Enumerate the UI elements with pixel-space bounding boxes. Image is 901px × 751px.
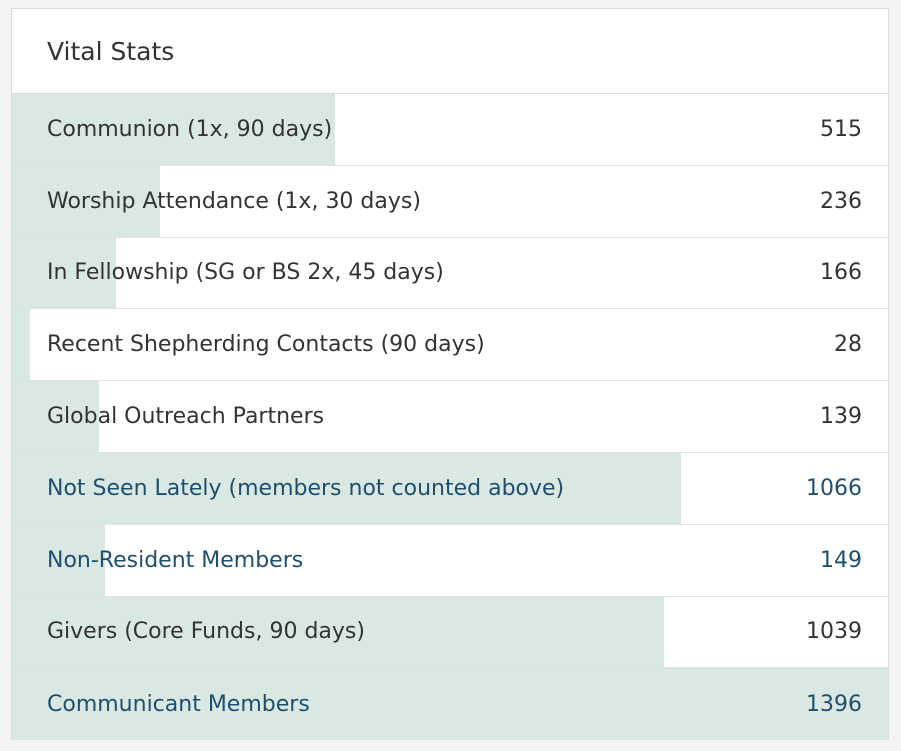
- stat-label: Givers (Core Funds, 90 days): [47, 619, 365, 645]
- stat-value: 236: [820, 188, 862, 214]
- stat-label-link[interactable]: Communicant Members: [12, 692, 310, 717]
- stat-label-link[interactable]: Non-Resident Members: [12, 548, 303, 573]
- stat-label-link[interactable]: Not Seen Lately (members not counted abo…: [12, 476, 564, 501]
- stat-row-communicant-members[interactable]: Communicant Members 1396: [12, 668, 888, 741]
- stat-value: 166: [820, 260, 862, 286]
- stat-label: Global Outreach Partners: [47, 404, 325, 430]
- vital-stats-panel: Vital Stats Communion (1x, 90 days) 515 …: [11, 8, 889, 741]
- stat-row-givers: Givers (Core Funds, 90 days) 1039: [12, 596, 888, 669]
- stat-row-global-outreach: Global Outreach Partners 139: [12, 381, 888, 453]
- stat-row-shepherding-contacts: Recent Shepherding Contacts (90 days) 28: [12, 309, 888, 382]
- stat-label: Recent Shepherding Contacts (90 days): [47, 332, 485, 358]
- stats-list: Communion (1x, 90 days) 515 Worship Atte…: [12, 94, 888, 741]
- stat-label: Communion (1x, 90 days): [47, 116, 333, 142]
- stat-value: 28: [834, 332, 862, 358]
- stat-row-communion: Communion (1x, 90 days) 515: [12, 94, 888, 166]
- panel-title: Vital Stats: [12, 9, 888, 94]
- stat-value: 1039: [806, 619, 862, 645]
- stat-row-in-fellowship: In Fellowship (SG or BS 2x, 45 days) 166: [12, 237, 888, 310]
- stat-row-worship-attendance: Worship Attendance (1x, 30 days) 236: [12, 165, 888, 238]
- stat-value-link[interactable]: 149: [820, 548, 888, 573]
- stat-label: In Fellowship (SG or BS 2x, 45 days): [47, 260, 444, 286]
- stat-value-link[interactable]: 1396: [806, 692, 888, 717]
- stat-value: 139: [820, 404, 862, 430]
- stat-value: 515: [820, 116, 862, 142]
- stat-row-not-seen-lately[interactable]: Not Seen Lately (members not counted abo…: [12, 452, 888, 525]
- stat-label: Worship Attendance (1x, 30 days): [47, 188, 421, 214]
- stat-value-link[interactable]: 1066: [806, 476, 888, 501]
- stat-row-non-resident-members[interactable]: Non-Resident Members 149: [12, 524, 888, 597]
